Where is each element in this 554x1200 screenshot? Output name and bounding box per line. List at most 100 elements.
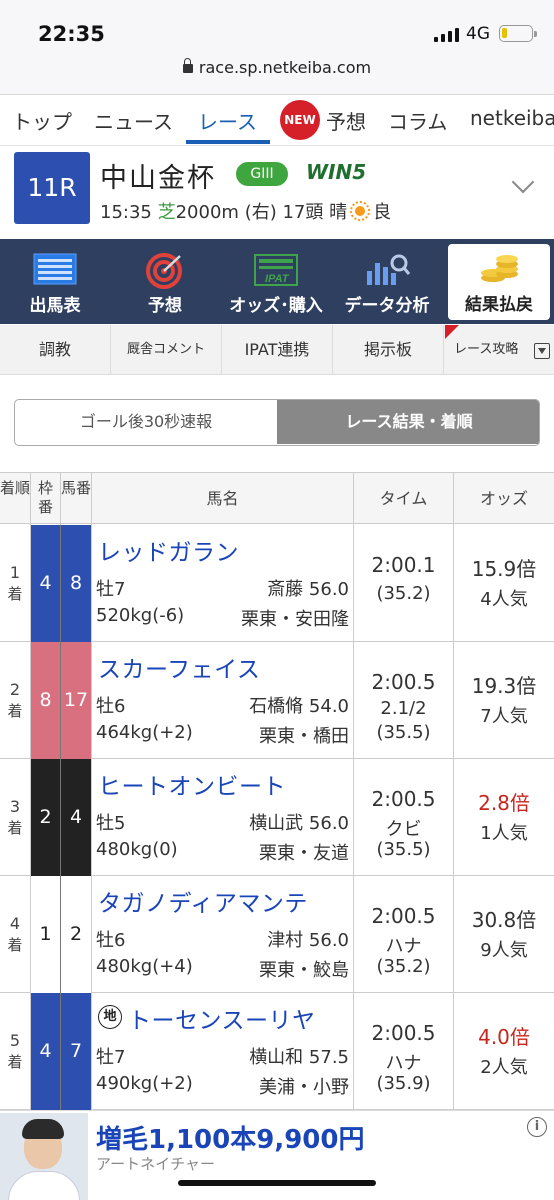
menu-yosou[interactable]: 予想 <box>110 239 220 324</box>
menu-yosou-label: 予想 <box>148 296 182 316</box>
menu-odds-label: オッズ･購入 <box>229 296 323 316</box>
rank: 1 <box>9 563 21 582</box>
nav-item-top[interactable]: トップ <box>12 106 72 135</box>
dropdown-arrow-icon[interactable] <box>534 343 550 359</box>
menu-data[interactable]: データ分析 <box>332 239 442 324</box>
table-row[interactable]: 2 着 8 17 スカーフェイス 牡6 石橋脩 54.0 464kg(+2) 栗東・橋田 2:00… <box>0 642 554 759</box>
menu-result-label: 結果払戻 <box>465 295 533 315</box>
finish-time: 2:00.5 <box>371 904 436 928</box>
time-cell: 2:00.5 ハナ (35.9) <box>354 993 454 1110</box>
horse-cell: レッドガラン牡7 斎藤 56.0 520kg(-6) 栗東・安田隆 <box>92 525 354 642</box>
tab-kyusha-comment[interactable]: 厩舎コメント <box>111 325 222 375</box>
tab-keijiban[interactable]: 掲示板 <box>333 325 444 375</box>
status-time: 22:35 <box>38 22 105 46</box>
last-3f: (35.5) <box>376 839 431 860</box>
horse-name-link[interactable]: スカーフェイス <box>98 650 260 684</box>
menu-shutuba-label: 出馬表 <box>29 296 81 316</box>
sex-age: 牡7 <box>96 579 126 600</box>
odds-value: 4.0倍 <box>478 1025 530 1049</box>
horse-name-link[interactable]: トーセンスーリヤ <box>128 1001 316 1035</box>
time-cell: 2:00.5 クビ (35.5) <box>354 759 454 876</box>
rank: 5 <box>9 1031 21 1050</box>
jockey-weight[interactable]: 斎藤 56.0 <box>267 575 349 601</box>
jockey-weight[interactable]: 横山和 57.5 <box>249 1043 349 1069</box>
popularity: 4人気 <box>480 589 528 610</box>
body-weight: 480kg(+4) <box>96 956 193 977</box>
menu-shutuba[interactable]: 出馬表 <box>0 239 110 324</box>
chihou-mark-icon: 地 <box>98 1005 122 1029</box>
trainer[interactable]: 栗東・橋田 <box>259 722 349 748</box>
table-row[interactable]: 1 着 4 8 レッドガラン 牡7 斎藤 56.0 520kg(-6) 栗東・安田隆 2:00.1… <box>0 525 554 642</box>
race-runners: 17頭 <box>282 202 324 223</box>
tab-choukyou[interactable]: 調教 <box>0 325 111 375</box>
menu-odds[interactable]: IPAT オッズ･購入 <box>220 239 332 324</box>
horse-name-link[interactable]: レッドガラン <box>98 533 239 567</box>
lock-icon <box>182 58 193 73</box>
nav-item-news[interactable]: ニュース <box>94 106 173 135</box>
network-type: 4G <box>466 24 490 44</box>
horse-number: 7 <box>61 993 92 1110</box>
finish-time: 2:00.1 <box>371 553 436 577</box>
sunny-icon <box>350 201 371 221</box>
trainer[interactable]: 栗東・鮫島 <box>259 956 349 982</box>
last-3f: (35.2) <box>376 956 431 977</box>
horse-name-link[interactable]: ヒートオンビート <box>98 767 286 801</box>
popularity: 9人気 <box>480 940 528 961</box>
odds-value: 19.3倍 <box>471 674 537 698</box>
menu-result[interactable]: 結果払戻 <box>448 244 550 320</box>
horse-number: 8 <box>61 525 92 642</box>
finish-time: 2:00.5 <box>371 1021 436 1045</box>
toggle-goal-sokuhou[interactable]: ゴール後30秒速報 <box>15 400 277 444</box>
nav-item-netkeiba[interactable]: netkeiba <box>470 106 554 130</box>
odds-value: 2.8倍 <box>478 791 530 815</box>
jockey-weight[interactable]: 津村 56.0 <box>267 926 349 952</box>
margin: ハナ <box>385 1053 422 1074</box>
url-bar[interactable]: race.sp.netkeiba.com <box>0 58 554 77</box>
chevron-down-icon[interactable] <box>511 170 535 194</box>
trainer[interactable]: 美浦・小野 <box>259 1073 349 1099</box>
body-weight: 490kg(+2) <box>96 1073 193 1094</box>
nav-item-column[interactable]: コラム <box>388 106 447 135</box>
header-uma: 馬番 <box>61 473 92 525</box>
table-row[interactable]: 5 着 4 7 地トーセンスーリヤ 牡7 横山和 57.5 490kg(+2) 美浦・小野 2:0… <box>0 993 554 1110</box>
signal-icon <box>434 26 460 42</box>
status-bar: 22:35 4G race.sp.netkeiba.com <box>0 0 554 95</box>
table-row[interactable]: 4 着 1 2 タガノディアマンテ 牡6 津村 56.0 480kg(+4) 栗東・鮫島 2:00… <box>0 876 554 993</box>
waku-number: 1 <box>31 876 61 993</box>
tab-ipat-renkei[interactable]: IPAT連携 <box>222 325 333 375</box>
odds-cell: 19.3倍 7人気 <box>454 642 554 759</box>
jockey-weight[interactable]: 横山武 56.0 <box>249 809 349 835</box>
nav-item-yosou[interactable]: 予想 <box>326 106 366 135</box>
race-info: 15:35 芝2000m (右) 17頭 晴 良 <box>100 198 391 224</box>
finish-time: 2:00.5 <box>371 670 436 694</box>
header-rank: 着順 <box>0 473 31 525</box>
info-icon[interactable]: i <box>527 1117 547 1137</box>
jockey-weight[interactable]: 石橋脩 54.0 <box>249 692 349 718</box>
ipat-icon: IPAT <box>254 254 298 286</box>
race-header[interactable]: 11R 中山金杯 GIII WIN5 15:35 芝2000m (右) 17頭 … <box>0 146 554 238</box>
last-3f: (35.2) <box>376 583 431 604</box>
horse-number: 17 <box>61 642 92 759</box>
race-weather: 晴 <box>329 202 348 223</box>
trainer[interactable]: 栗東・安田隆 <box>241 605 349 631</box>
horse-name-link[interactable]: タガノディアマンテ <box>98 884 308 918</box>
nav-item-race[interactable]: レース <box>198 106 257 135</box>
new-badge: NEW <box>280 100 320 140</box>
rank: 3 <box>9 797 21 816</box>
horse-number: 2 <box>61 876 92 993</box>
trainer[interactable]: 栗東・友道 <box>259 839 349 865</box>
sex-age: 牡6 <box>96 930 126 951</box>
time-cell: 2:00.5 ハナ (35.2) <box>354 876 454 993</box>
margin: クビ <box>385 819 422 840</box>
ad-banner[interactable]: 増毛1,100本9,900円 アートネイチャー i <box>0 1110 554 1200</box>
screen: 22:35 4G race.sp.netkeiba.com トップ ニュース レ… <box>0 0 554 1200</box>
waku-number: 4 <box>31 993 61 1110</box>
body-weight: 520kg(-6) <box>96 605 185 626</box>
coins-icon <box>481 255 518 282</box>
toggle-race-result[interactable]: レース結果・着順 <box>277 400 539 444</box>
target-icon <box>146 253 182 289</box>
popularity: 7人気 <box>480 706 528 727</box>
sex-age: 牡7 <box>96 1047 126 1068</box>
new-corner-mark <box>445 325 459 339</box>
table-row[interactable]: 3 着 2 4 ヒートオンビート 牡5 横山武 56.0 480kg(0) 栗東・友道 2:00.… <box>0 759 554 876</box>
